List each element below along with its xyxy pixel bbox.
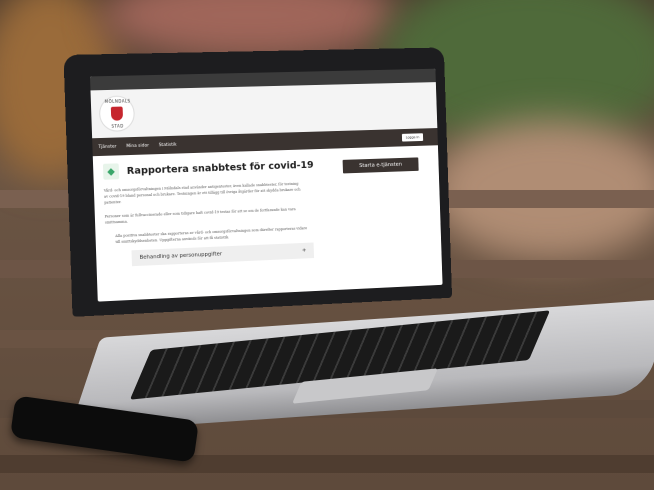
nav-item-mina-sidor[interactable]: Mina sidor [126,143,149,149]
expand-icon: + [301,247,307,254]
nav-item-statistik[interactable]: Statistik [159,142,177,147]
logo-text-top: MÖLNDALS [104,98,131,105]
table-plank [0,455,654,473]
start-service-button[interactable]: Starta e-tjänsten [342,157,419,174]
molndals-stad-logo[interactable]: MÖLNDALS STAD [98,95,136,133]
laptop-screen: MÖLNDALS STAD Tjänster Mina sidor Statis… [63,47,453,317]
reporting-paragraph: Alla positiva snabbtester ska rapportera… [115,226,308,245]
page-title: Rapportera snabbtest för covid-19 [126,159,314,177]
photo-scene: MÖLNDALS STAD Tjänster Mina sidor Statis… [0,0,654,490]
logo-text-bottom: STAD [111,123,124,129]
accordion-label: Behandling av personuppgifter [139,251,223,261]
intro-paragraph: Vård- och omsorgsförvaltningen i Mölndal… [103,181,301,205]
webpage: MÖLNDALS STAD Tjänster Mina sidor Statis… [90,68,443,302]
test-service-icon: ◆ [102,163,120,180]
main-content: ◆ Rapportera snabbtest för covid-19 Star… [93,145,442,275]
nav-item-tjanster[interactable]: Tjänster [98,144,116,150]
personal-data-accordion[interactable]: Behandling av personuppgifter + [131,242,315,267]
info-paragraph: Personer som är fullvaccinerade eller so… [104,207,296,225]
shield-icon [110,106,124,121]
login-button[interactable]: Logga in [401,133,424,142]
